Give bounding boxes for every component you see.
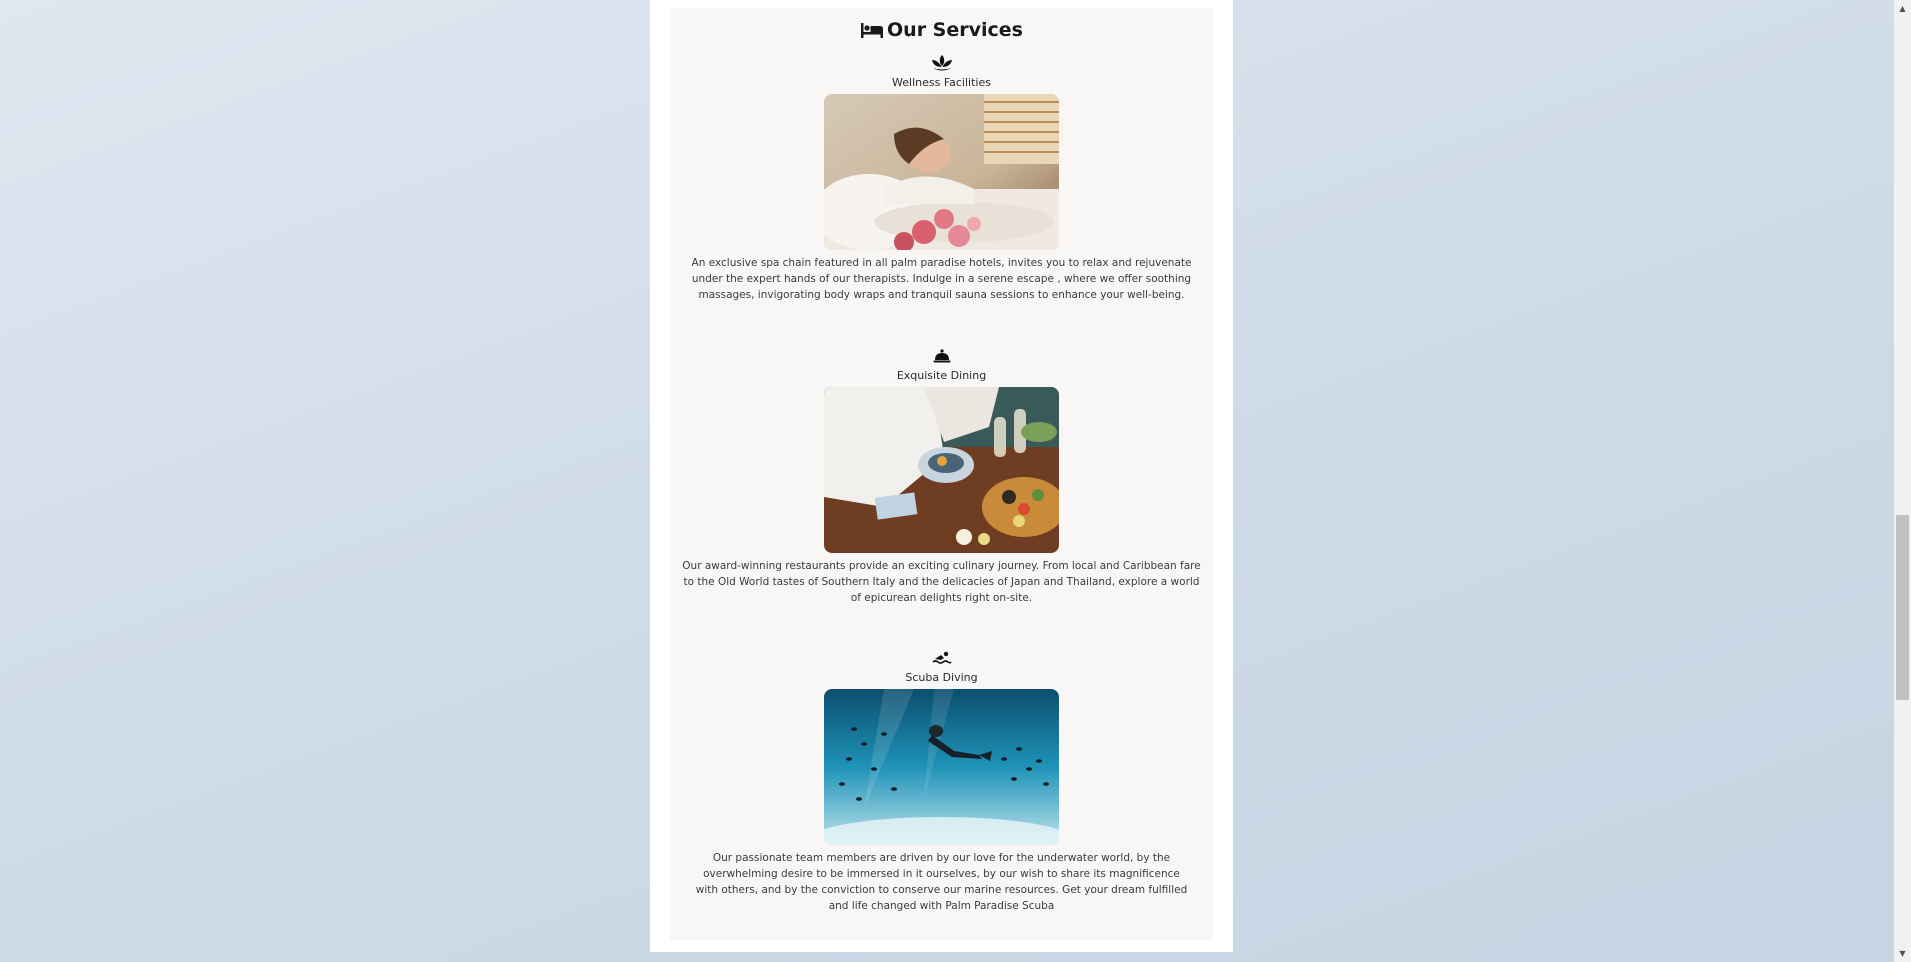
services-section: Our Services Wellness Facilities An excl… [670,8,1213,940]
service-description: An exclusive spa chain featured in all p… [691,257,1192,301]
scroll-down-arrow-icon[interactable]: ▼ [1894,945,1911,962]
service-item-scuba: Scuba Diving Our passionate team members… [670,649,1213,914]
services-heading: Our Services [670,18,1213,42]
lotus-icon [931,55,952,71]
service-description: Our award-winning restaurants provide an… [682,560,1201,604]
spa-massage-photo [824,94,1059,250]
scroll-up-arrow-icon[interactable]: ▲ [1894,0,1911,17]
scrollbar-thumb[interactable] [1896,515,1909,700]
bed-icon [861,23,884,38]
swimmer-icon [932,651,952,664]
service-title: Wellness Facilities [892,76,991,89]
service-item-dining: Exquisite Dining Our award-winning resta… [670,347,1213,606]
service-item-wellness: Wellness Facilities An exclusive spa cha… [670,54,1213,303]
service-title: Exquisite Dining [896,369,987,382]
underwater-diver-photo [824,689,1059,845]
service-title: Scuba Diving [905,671,978,684]
dining-table-photo [824,387,1059,553]
page-content-column: Our Services Wellness Facilities An excl… [650,0,1233,952]
vertical-scrollbar[interactable]: ▲ ▼ [1894,0,1911,962]
services-heading-text: Our Services [887,19,1023,41]
concierge-bell-icon [933,349,950,363]
service-description: Our passionate team members are driven b… [695,852,1188,912]
